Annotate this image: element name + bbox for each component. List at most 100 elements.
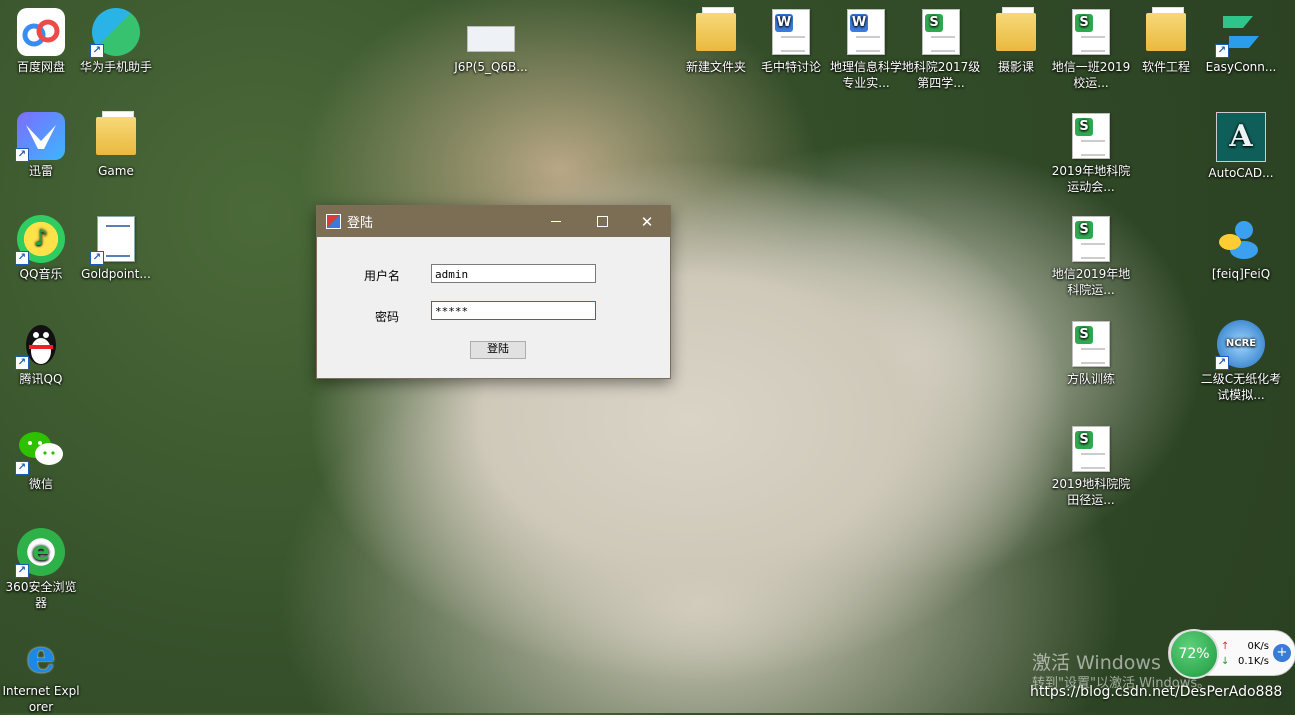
shortcut-arrow-icon: ↗ [15,461,29,475]
icon-label: Goldpoint... [81,267,151,281]
icon-label: 地理信息科学专业实... [829,60,902,90]
close-icon: ✕ [640,212,654,231]
spreadsheet-icon: S [1067,425,1115,473]
desktop-icon-sheying[interactable]: 摄影课 [975,7,1057,75]
xunlei-icon: ↗ [15,112,65,162]
shortcut-arrow-icon: ↗ [15,564,29,578]
desktop-icon-erjic[interactable]: NCRE ↗ 二级C无纸化考试模拟... [1200,320,1282,403]
password-input[interactable]: ***** [431,301,596,320]
icon-label: J6P(5_Q6B... [454,60,528,74]
folder-icon [992,7,1040,56]
icon-label: 地信2019年地科院运... [1051,267,1131,297]
login-button[interactable]: 登陆 [470,341,526,359]
shortcut-arrow-icon: ↗ [15,251,29,265]
desktop-icon-ie[interactable]: e Internet Explorer [0,632,82,715]
icon-label: 腾讯QQ [19,372,63,386]
desktop-icon-dike2017[interactable]: S 地科院2017级第四学... [900,8,982,91]
username-label: 用户名 [364,269,401,283]
spreadsheet-icon: S [1067,112,1115,160]
icon-label: 摄影课 [997,60,1034,74]
dialog-titlebar[interactable]: 登陆 ✕ [317,206,670,237]
dialog-title: 登陆 [347,216,374,231]
shortcut-arrow-icon: ↗ [90,44,104,58]
desktop-icon-mao[interactable]: W 毛中特讨论 [750,8,832,75]
icon-label: 迅雷 [28,164,53,178]
desktop-icon-weixin[interactable]: ↗ 微信 [0,425,82,492]
minimize-button[interactable] [533,206,579,237]
shortcut-arrow-icon: ↗ [1215,356,1229,370]
huawei-assistant-icon: ↗ [90,8,140,58]
easyconnect-icon: ↗ [1215,8,1265,58]
icon-label: Internet Explorer [2,684,80,714]
icon-label: QQ音乐 [19,267,63,281]
desktop-icon-newfolder[interactable]: 新建文件夹 [675,7,757,75]
icon-label: 方队训练 [1066,372,1115,386]
icon-label: AutoCAD... [1208,166,1274,180]
upload-speed: 0K/s [1247,641,1270,652]
desktop-icon-qq[interactable]: ↗ 腾讯QQ [0,320,82,387]
desktop-icon-dili[interactable]: W 地理信息科学专业实... [825,8,907,91]
internet-explorer-icon: e [26,629,56,683]
desktop-icon-feiq[interactable]: [feiq]FeiQ [1200,215,1282,282]
icon-label: 地科院2017级第四学... [901,60,981,90]
desktop-icon-goldpoint[interactable]: ↗ Goldpoint... [75,215,157,282]
desktop-icon-qqmusic[interactable]: ♪ ↗ QQ音乐 [0,215,82,282]
maximize-button[interactable] [579,206,625,237]
spreadsheet-icon: S [1067,215,1115,263]
csdn-watermark: https://blog.csdn.net/DesPerAdo888 [1030,684,1283,700]
icon-label: Game [98,164,134,178]
maximize-icon [596,216,608,227]
desktop-icon-easyconn[interactable]: ↗ EasyConn... [1200,8,1282,75]
browser-360-icon: e ↗ [15,528,65,578]
autocad-icon: A [1216,112,1266,162]
shortcut-arrow-icon: ↗ [1215,44,1229,58]
desktop-icon-xunlei[interactable]: ↗ 迅雷 [0,112,82,179]
desktop-icon-tianjing[interactable]: S 2019地科院院田径运... [1050,425,1132,508]
desktop-icon-dike2019[interactable]: S 2019年地科院运动会... [1050,112,1132,195]
icon-label: 毛中特讨论 [760,60,821,74]
network-speed-widget[interactable]: 72% ↑ 0K/s ↓ 0.1K/s + [1168,629,1295,679]
activate-windows-watermark: 激活 Windows [1032,652,1161,674]
app-icon [326,214,341,229]
close-button[interactable]: ✕ [624,206,670,237]
desktop-icon-game[interactable]: Game [75,111,157,179]
desktop-icon-fangdui[interactable]: S 方队训练 [1050,320,1132,387]
desktop-icon-360[interactable]: e ↗ 360安全浏览器 [0,528,82,611]
icon-label: 2019年地科院运动会... [1051,164,1131,194]
penguin-icon: ↗ [15,320,65,370]
icon-label: 软件工程 [1141,60,1190,74]
desktop-icon-huawei[interactable]: ↗ 华为手机助手 [75,8,157,75]
login-dialog: 登陆 ✕ 用户名 admin 密码 ***** 登陆 [316,205,671,379]
username-input[interactable]: admin [431,264,596,283]
icon-label: 地信一班2019校运... [1051,60,1131,90]
desktop-icon-autocad[interactable]: A AutoCAD... [1200,112,1282,181]
desktop-icon-ruanjian[interactable]: 软件工程 [1125,7,1207,75]
folder-icon [692,7,740,56]
desktop-icon-j6p[interactable]: J6P(5_Q6B... [450,22,532,75]
spreadsheet-icon: S [1067,320,1115,368]
spreadsheet-icon: S [917,8,965,56]
shortcut-arrow-icon: ↗ [90,251,104,265]
exam-simulator-icon: NCRE ↗ [1215,320,1265,370]
memory-usage-badge[interactable]: 72% [1169,629,1219,679]
word-document-icon: W [842,8,890,56]
icon-label: 2019地科院院田径运... [1051,477,1131,507]
spreadsheet-icon: S [1067,8,1115,56]
desktop-icon-dixin[interactable]: S 地信一班2019校运... [1050,8,1132,91]
icon-label: 微信 [28,477,53,491]
folder-icon [92,111,140,160]
download-speed: 0.1K/s [1237,656,1269,667]
icon-label: EasyConn... [1205,60,1277,74]
desktop-icon-baidu[interactable]: 百度网盘 [0,8,82,75]
document-stack-icon: ↗ [90,215,140,265]
icon-label: 360安全浏览器 [5,580,77,610]
qq-music-icon: ♪ ↗ [15,215,65,265]
plus-icon[interactable]: + [1273,644,1291,662]
icon-label: 新建文件夹 [685,60,746,74]
icon-label: 百度网盘 [16,60,65,74]
image-file-icon [467,22,515,56]
shortcut-arrow-icon: ↗ [15,356,29,370]
shortcut-arrow-icon: ↗ [15,148,29,162]
icon-label: 华为手机助手 [79,60,152,74]
desktop-icon-dixin2019[interactable]: S 地信2019年地科院运... [1050,215,1132,298]
